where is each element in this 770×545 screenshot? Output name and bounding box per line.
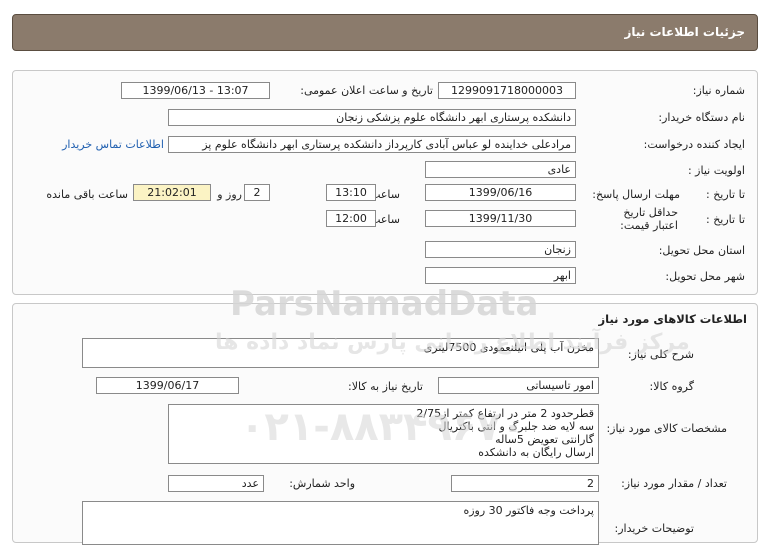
desc-label: توضیحات خریدار:	[614, 522, 695, 535]
creator-field: مرادعلی خداینده لو عباس آبادی کارپرداز د…	[168, 136, 576, 153]
goods-section-title: اطلاعات کالاهای مورد نیاز	[598, 312, 747, 326]
days-field: 2	[244, 184, 270, 201]
specs-label: مشخصات کالای مورد نیاز:	[606, 422, 727, 435]
days-label: روز و	[217, 188, 242, 201]
need-number-label: شماره نیاز:	[692, 84, 745, 97]
unit-field: عدد	[168, 475, 264, 492]
specs-field: قطرحدود 2 متر در ارتفاع کمتر از2/75 سه ل…	[168, 404, 599, 464]
buyer-contact-link[interactable]: اطلاعات تماس خریدار	[62, 138, 164, 151]
reply-date-field: 1399/06/16	[425, 184, 576, 201]
specs-line: سه لایه ضد جلبرگ و انتی باکتریال	[438, 420, 594, 433]
qty-label: تعداد / مقدار مورد نیاز:	[621, 477, 727, 490]
buyer-label: نام دستگاه خریدار:	[658, 111, 745, 124]
validity-date-field: 1399/11/30	[425, 210, 576, 227]
group-label: گروه کالا:	[649, 380, 694, 393]
page-title: جزئیات اطلاعات نیاز	[624, 25, 745, 39]
announce-field: 1399/06/13 - 13:07	[121, 82, 270, 99]
page-header: جزئیات اطلاعات نیاز	[12, 14, 758, 51]
validity-label: حداقل تاریخ اعتبار قیمت:	[620, 206, 678, 232]
need-info-panel	[12, 70, 758, 295]
qty-field: 2	[451, 475, 599, 492]
need-number-field: 1299091718000003	[438, 82, 576, 99]
validity-time-field: 12:00	[326, 210, 376, 227]
remaining-label: ساعت باقی مانده	[46, 188, 128, 201]
buyer-field: دانشکده پرستاری ابهر دانشگاه علوم پزشکی …	[168, 109, 576, 126]
province-field: زنجان	[425, 241, 576, 258]
summary-field: مخزن آب پلی اتیلنعمودی 7500لیتری	[82, 338, 599, 368]
remaining-time-field: 21:02:01	[133, 184, 211, 201]
announce-label: تاریخ و ساعت اعلان عمومی:	[300, 84, 433, 97]
priority-field: عادی	[425, 161, 576, 178]
need-date-label: تاریخ نیاز به کالا:	[348, 380, 423, 393]
city-label: شهر محل تحویل:	[665, 270, 745, 283]
specs-line: قطرحدود 2 متر در ارتفاع کمتر از2/75	[416, 407, 594, 420]
creator-label: ایجاد کننده درخواست:	[643, 138, 745, 151]
specs-line: ارسال رایگان به دانشکده	[478, 446, 594, 459]
validity-to-date-label: تا تاریخ :	[706, 213, 745, 226]
summary-label: شرح کلی نیاز:	[627, 348, 694, 361]
reply-deadline-label: مهلت ارسال پاسخ:	[592, 188, 680, 201]
specs-line: گارانتی تعویض 5ساله	[495, 433, 594, 446]
reply-time-field: 13:10	[326, 184, 376, 201]
unit-label: واحد شمارش:	[289, 477, 355, 490]
priority-label: اولویت نیاز :	[687, 164, 745, 177]
need-date-field: 1399/06/17	[96, 377, 239, 394]
city-field: ابهر	[425, 267, 576, 284]
reply-to-date-label: تا تاریخ :	[706, 188, 745, 201]
group-field: امور تاسیساتی	[438, 377, 599, 394]
desc-field: پرداخت وجه فاکتور 30 روزه	[82, 501, 599, 545]
province-label: استان محل تحویل:	[658, 244, 745, 257]
